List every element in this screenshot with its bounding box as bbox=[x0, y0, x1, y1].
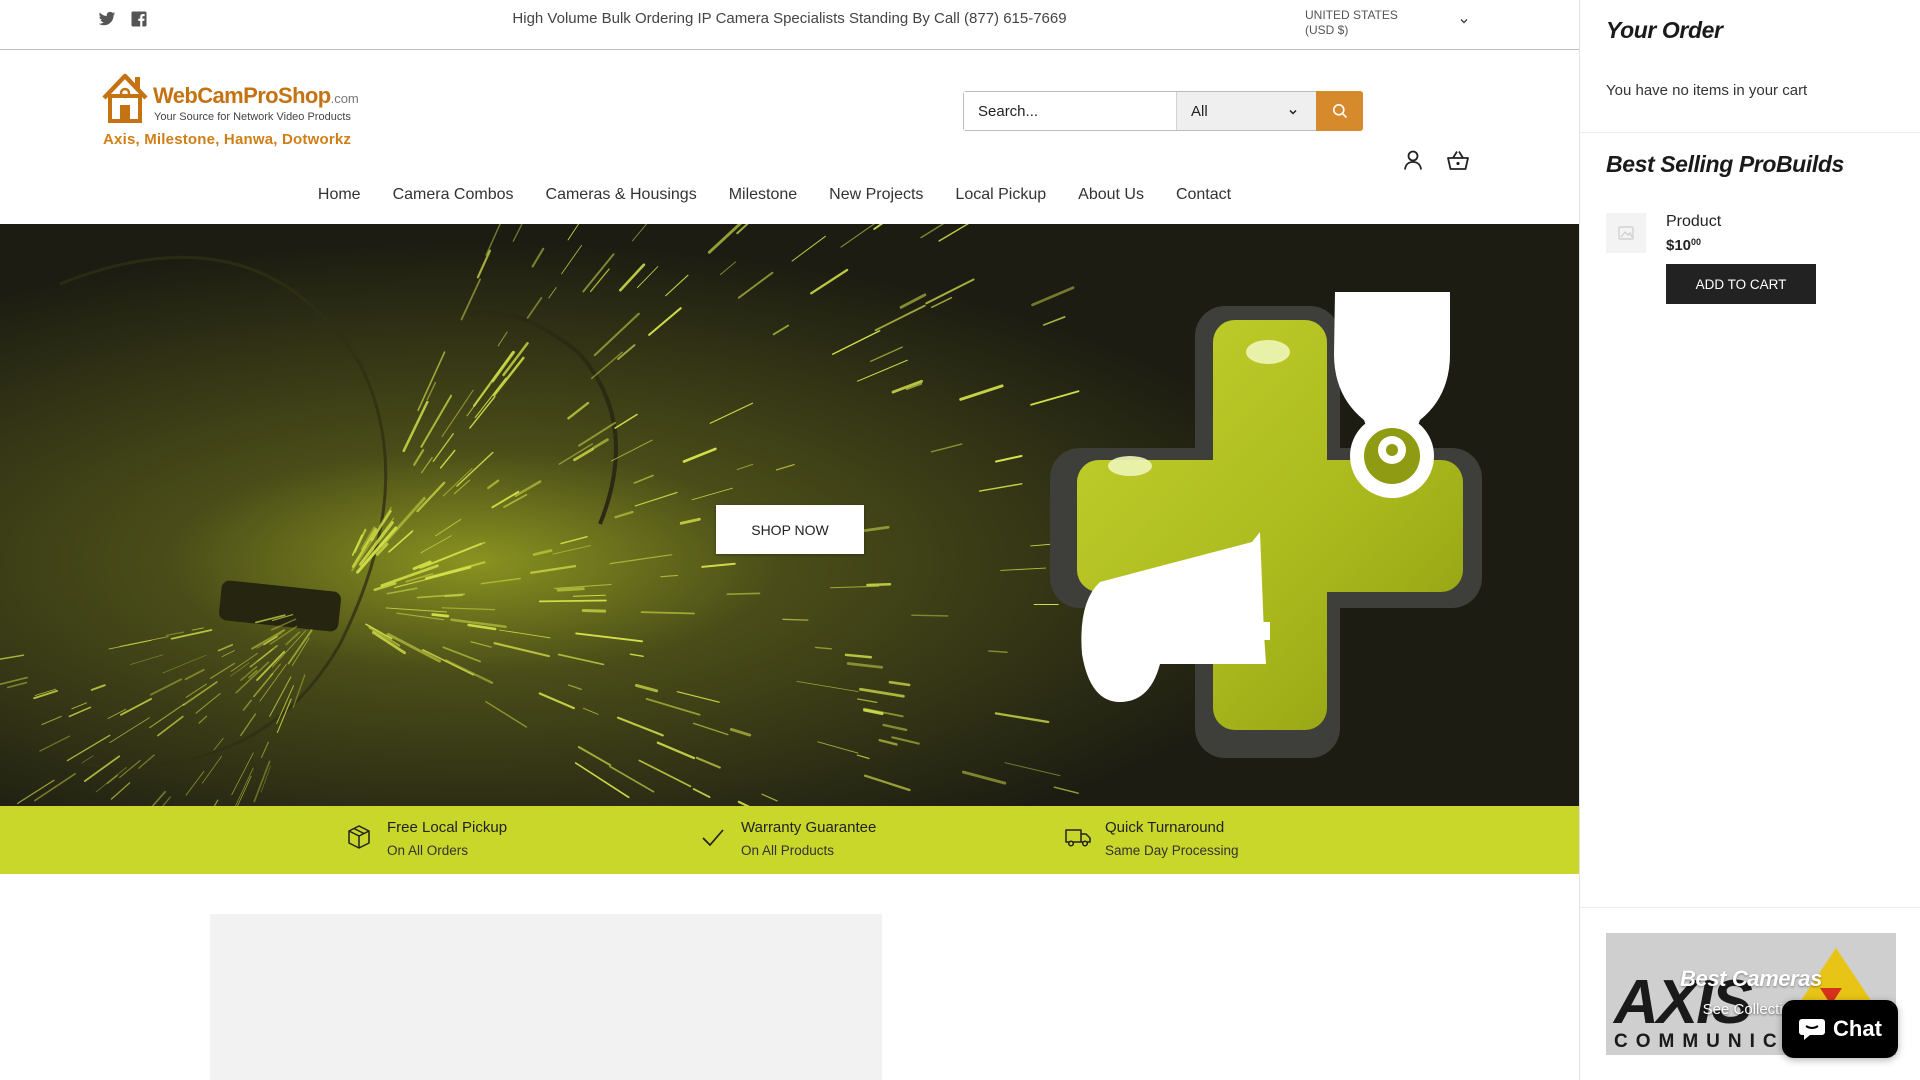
feature-subtitle: Same Day Processing bbox=[1105, 843, 1239, 858]
nav-home[interactable]: Home bbox=[302, 186, 377, 204]
feature-title: Quick Turnaround bbox=[1105, 819, 1225, 836]
main-navigation: Home Camera Combos Cameras & Housings Mi… bbox=[0, 186, 1579, 204]
search-icon bbox=[1332, 104, 1347, 119]
nav-milestone[interactable]: Milestone bbox=[713, 186, 813, 204]
cart-drawer: Your Order You have no items in your car… bbox=[1579, 0, 1920, 1080]
search-category-select[interactable]: All bbox=[1176, 92, 1316, 130]
cart-basket-icon[interactable] bbox=[1446, 149, 1470, 171]
divider bbox=[1580, 132, 1920, 133]
announcement-bar: High Volume Bulk Ordering IP Camera Spec… bbox=[0, 0, 1579, 50]
nav-contact[interactable]: Contact bbox=[1160, 186, 1247, 204]
truck-icon bbox=[1065, 829, 1091, 847]
feature-subtitle: On All Orders bbox=[387, 843, 469, 858]
account-icon[interactable] bbox=[1402, 149, 1424, 171]
search-bar: All bbox=[963, 91, 1363, 131]
checkmark-icon bbox=[702, 829, 724, 847]
nav-cameras-housings[interactable]: Cameras & Housings bbox=[530, 186, 713, 204]
search-button[interactable] bbox=[1316, 91, 1363, 131]
chat-label: Chat bbox=[1833, 1016, 1882, 1041]
nav-new-projects[interactable]: New Projects bbox=[813, 186, 939, 204]
currency-label: (USD $) bbox=[1305, 23, 1349, 37]
image-placeholder bbox=[210, 914, 882, 1080]
logo-brands: Axis, Milestone, Hanwa, Dotworkz bbox=[103, 131, 352, 148]
nav-about-us[interactable]: About Us bbox=[1062, 186, 1160, 204]
empty-cart-message: You have no items in your cart bbox=[1606, 82, 1808, 99]
box-icon bbox=[348, 825, 370, 849]
house-logo-icon bbox=[102, 73, 148, 123]
search-input[interactable] bbox=[964, 92, 1176, 130]
chevron-down-icon bbox=[1289, 109, 1297, 115]
collection-title: Best Cameras bbox=[1680, 966, 1822, 991]
chat-bubble-icon bbox=[1799, 1019, 1826, 1040]
image-placeholder-icon bbox=[1618, 226, 1634, 240]
logo-tagline: Your Source for Network Video Products bbox=[154, 111, 351, 123]
feature-subtitle: On All Products bbox=[741, 843, 835, 858]
divider bbox=[1580, 907, 1920, 908]
country-selector[interactable]: UNITED STATES (USD $) bbox=[1305, 8, 1445, 38]
product-title[interactable]: Product bbox=[1666, 213, 1721, 231]
site-logo[interactable]: WebCamProShop.com Your Source for Networ… bbox=[100, 71, 359, 153]
main-content: High Volume Bulk Ordering IP Camera Spec… bbox=[0, 0, 1579, 1080]
add-to-cart-button[interactable]: ADD TO CART bbox=[1666, 264, 1816, 304]
best-selling-heading: Best Selling ProBuilds bbox=[1606, 151, 1844, 177]
search-category-value: All bbox=[1191, 103, 1208, 120]
chevron-down-icon[interactable] bbox=[1459, 16, 1469, 26]
product-price: $1000 bbox=[1666, 237, 1702, 254]
shop-now-button[interactable]: SHOP NOW bbox=[716, 505, 864, 554]
logo-brand: WebCamProShop.com bbox=[153, 83, 359, 108]
feature-title: Free Local Pickup bbox=[387, 819, 508, 836]
country-label: UNITED STATES bbox=[1305, 8, 1398, 22]
nav-local-pickup[interactable]: Local Pickup bbox=[939, 186, 1062, 204]
chat-button[interactable]: Chat bbox=[1782, 1000, 1898, 1058]
features-strip: Free Local Pickup On All Orders Warranty… bbox=[0, 806, 1579, 874]
feature-title: Warranty Guarantee bbox=[741, 819, 877, 836]
hero-banner: SHOP NOW bbox=[0, 224, 1579, 806]
nav-camera-combos[interactable]: Camera Combos bbox=[377, 186, 530, 204]
your-order-heading: Your Order bbox=[1606, 17, 1723, 43]
product-thumbnail[interactable] bbox=[1606, 213, 1646, 253]
